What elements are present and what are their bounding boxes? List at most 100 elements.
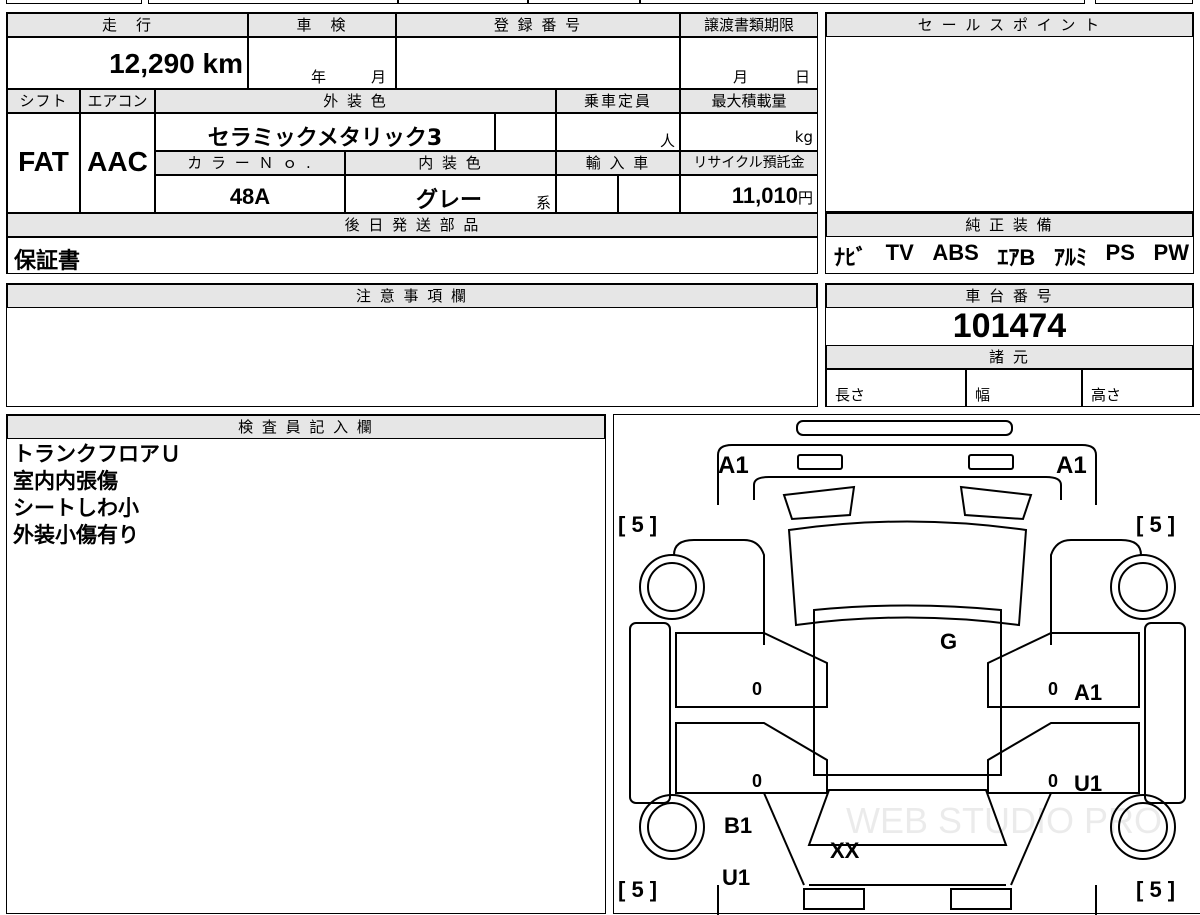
wheel-fr-outer (1110, 554, 1176, 620)
side-panel-left (629, 622, 671, 804)
label-left-rear-door: 0 (752, 771, 762, 791)
hood-vent-right (959, 485, 1033, 521)
label-windshield: G (940, 629, 957, 654)
wheel-fl-outer (639, 554, 705, 620)
headlight-line (753, 476, 1062, 500)
shaken-cell: 年 月 (248, 37, 396, 89)
interior-color-suffix: 系 (535, 194, 551, 212)
notes-header: 注 意 事 項 欄 (7, 284, 817, 308)
capacity-unit: 人 (659, 132, 675, 150)
equipment-item-airbag: ｴｱB (997, 245, 1036, 270)
shift-value: FAT (18, 146, 69, 177)
label-right-rear-door: U1 (1074, 771, 1102, 796)
label-left-front-door: 0 (752, 679, 762, 699)
label-right-rear-door-num: 0 (1048, 771, 1058, 791)
front-section (717, 444, 1097, 505)
equipment-item-pw: PW (1153, 240, 1189, 265)
equipment-item-tv: TV (885, 240, 914, 265)
transfer-deadline-cell: 月 日 (680, 37, 818, 89)
equipment-item-alloy: ｱﾙﾐ (1053, 245, 1087, 270)
top-strip-cell-5 (640, 0, 1085, 4)
inspector-line-3: シートしわ小 (13, 496, 139, 520)
inspector-line-4: 外装小傷有り (13, 523, 139, 547)
exterior-color-cell: セラミックメタリック3 (155, 113, 495, 151)
equipment-box: 純 正 装 備 ﾅﾋﾞ TV ABS ｴｱB ｱﾙﾐ PS PW (825, 212, 1194, 274)
rear-bumper (803, 888, 865, 910)
equipment-item-navi: ﾅﾋﾞ (834, 245, 868, 270)
capacity-cell: 人 (556, 113, 680, 151)
max-load-unit: kg (794, 128, 813, 146)
inspector-notes: トランクフロアＵ 室内内張傷 シートしわ小 外装小傷有り (13, 441, 181, 549)
import-cell-a (556, 175, 618, 213)
front-bumper (796, 420, 1013, 436)
specs-width-cell: 幅 (966, 369, 1082, 407)
inspector-line-1: トランクフロアＵ (13, 442, 181, 466)
hood-vent-left (782, 485, 856, 521)
inspector-box: 検 査 員 記 入 欄 トランクフロアＵ 室内内張傷 シートしわ小 外装小傷有り (6, 414, 606, 914)
aircon-cell: AAC (80, 113, 155, 213)
deadline-day-unit: 日 (795, 68, 811, 86)
car-diagram: A1 A1 [ 5 ] [ 5 ] G 0 0 A1 0 0 U1 B1 XX … (618, 420, 1186, 915)
chassis-box: 車 台 番 号 101474 諸 元 長さ 幅 高さ (825, 283, 1194, 407)
specs-width-label: 幅 (975, 386, 991, 404)
vehicle-info-form: 走 行 車 検 登 録 番 号 譲渡書類期限 12,290 km 年 月 月 日… (6, 12, 818, 274)
wheel-fr-inner (1118, 562, 1168, 612)
top-strip-cell-4 (528, 0, 640, 4)
exterior-color-header: 外 装 色 (155, 89, 556, 113)
label-tire-rl: [ 5 ] (618, 877, 657, 902)
exterior-color-extra-cell (495, 113, 556, 151)
max-load-header: 最大積載量 (680, 89, 818, 113)
chassis-number: 101474 (952, 307, 1067, 345)
label-front-left: A1 (718, 452, 749, 479)
specs-header: 諸 元 (826, 345, 1193, 369)
front-light-right (968, 454, 1014, 470)
capacity-header: 乗車定員 (556, 89, 680, 113)
label-right-front-door: A1 (1074, 680, 1102, 705)
sales-point-box: セ ー ル ス ポ イ ン ト (825, 12, 1194, 212)
import-cell-b (618, 175, 680, 213)
shaken-header: 車 検 (248, 13, 396, 37)
wheel-rl-outer (639, 794, 705, 860)
shaken-year-unit: 年 (311, 68, 327, 86)
registration-cell (396, 37, 680, 89)
rear-bumper-right (950, 888, 1012, 910)
inspector-header: 検 査 員 記 入 欄 (7, 415, 605, 439)
label-rear-glass: XX (830, 838, 860, 863)
rear-section (717, 884, 1097, 915)
interior-color-value: グレー (416, 188, 483, 213)
max-load-cell: kg (680, 113, 818, 151)
mileage-cell: 12,290 km (7, 37, 248, 89)
mileage-header: 走 行 (7, 13, 248, 37)
top-strip-cell-3 (398, 0, 528, 4)
shaken-month-unit: 月 (371, 68, 387, 86)
shift-cell: FAT (7, 113, 80, 213)
equipment-header: 純 正 装 備 (826, 213, 1193, 237)
specs-height-cell: 高さ (1082, 369, 1193, 407)
label-rear-left: U1 (722, 865, 750, 890)
top-strip-cell-2 (148, 0, 398, 4)
equipment-list: ﾅﾋﾞ TV ABS ｴｱB ｱﾙﾐ PS PW (834, 240, 1189, 272)
top-strip-cell-6 (1095, 0, 1193, 4)
equipment-item-abs: ABS (932, 240, 979, 265)
aircon-header: エアコン (80, 89, 155, 113)
registration-header: 登 録 番 号 (396, 13, 680, 37)
inspector-line-2: 室内内張傷 (13, 469, 118, 493)
body-outline-left (673, 539, 765, 645)
roof (813, 604, 1002, 776)
mileage-value: 12,290 km (109, 48, 243, 79)
rear-pillar-left (763, 792, 805, 886)
color-no-value: 48A (229, 184, 271, 209)
body-outline-right (1050, 539, 1142, 645)
label-rear-quarter-left: B1 (724, 813, 752, 838)
label-tire-fr: [ 5 ] (1136, 512, 1175, 537)
watermark: WEB STUDIO PRO (846, 800, 1162, 841)
top-strip-cell-1 (6, 0, 142, 4)
specs-height-label: 高さ (1091, 386, 1122, 404)
front-light-left (797, 454, 843, 470)
wheel-rl-inner (647, 802, 697, 852)
aircon-value: AAC (87, 146, 148, 177)
label-tire-rr: [ 5 ] (1136, 877, 1175, 902)
import-header: 輸 入 車 (556, 151, 680, 175)
recycle-fee-cell: 11,010円 (680, 175, 818, 213)
later-parts-header: 後 日 発 送 部 品 (7, 213, 818, 237)
